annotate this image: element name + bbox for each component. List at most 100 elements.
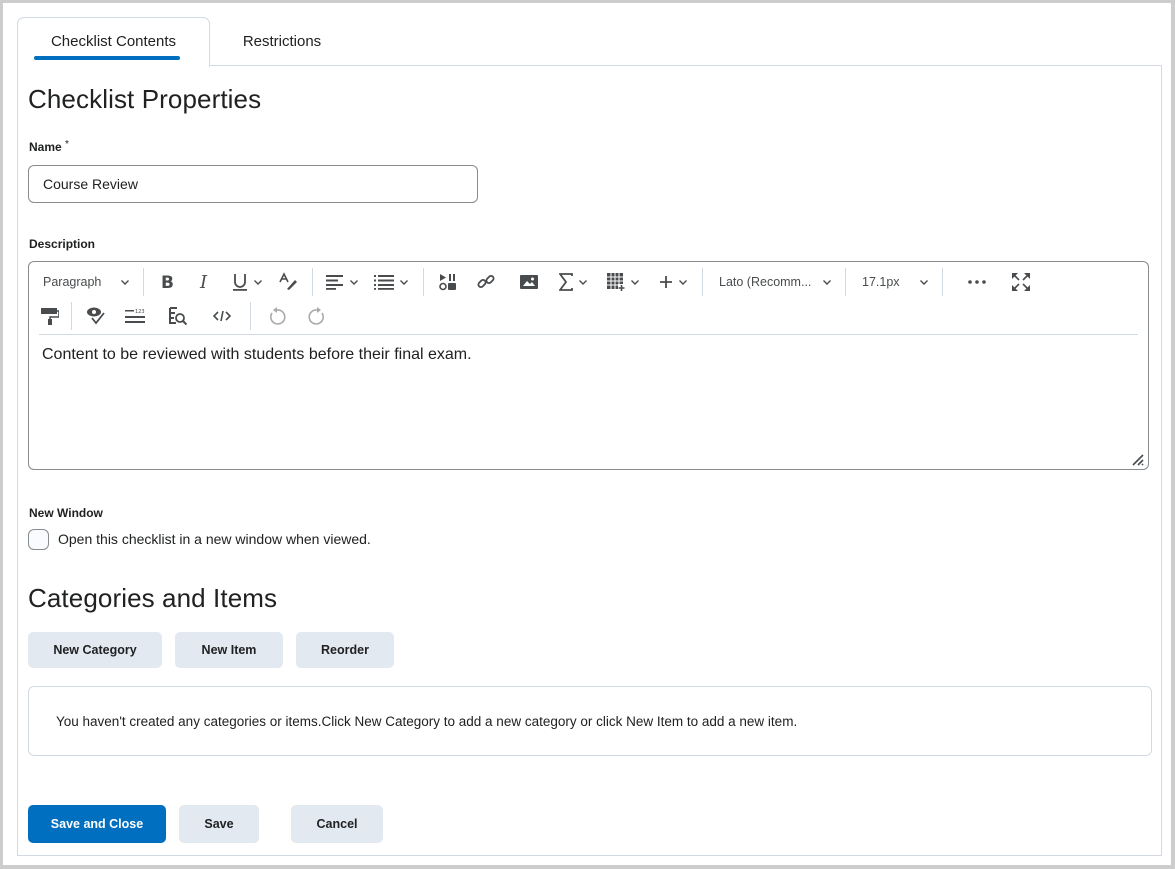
image-icon (520, 275, 538, 289)
insert-stuff-button[interactable] (430, 267, 466, 297)
insert-image-button[interactable] (506, 267, 552, 297)
list-dropdown[interactable] (367, 267, 417, 297)
new-window-checkbox-label[interactable]: Open this checklist in a new window when… (58, 531, 371, 547)
bold-button[interactable]: B (150, 267, 186, 297)
empty-state-message: You haven't created any categories or it… (56, 713, 798, 729)
preview-icon (169, 307, 187, 325)
align-left-icon (326, 275, 343, 290)
toolbar-separator (942, 268, 943, 296)
section-heading-categories: Categories and Items (28, 583, 278, 613)
tab-checklist-contents[interactable]: Checklist Contents (17, 17, 210, 67)
text-format-button[interactable] (270, 267, 306, 297)
editor-toolbar-row-1: Paragraph B I Lato (Recomm... 17.1px (33, 265, 1145, 299)
resize-handle-icon[interactable] (1130, 452, 1144, 466)
insert-link-button[interactable] (466, 267, 506, 297)
format-painter-button[interactable] (35, 301, 65, 331)
tab-label: Checklist Contents (50, 33, 177, 50)
cancel-button[interactable]: Cancel (291, 805, 383, 843)
new-item-button[interactable]: New Item (175, 632, 283, 668)
chevron-down-icon (823, 280, 831, 285)
link-icon (477, 275, 495, 288)
accessibility-checker-icon (87, 307, 105, 325)
name-input[interactable] (28, 165, 478, 203)
chevron-down-icon (254, 280, 262, 285)
undo-icon (269, 307, 286, 325)
toolbar-separator (845, 268, 846, 296)
bold-icon: B (161, 273, 174, 291)
new-window-label: New Window (29, 506, 103, 520)
required-marker: * (65, 139, 69, 150)
bullet-list-icon (374, 275, 394, 290)
checklist-contents-panel: Checklist Properties Name * Description … (17, 65, 1162, 856)
section-heading-properties: Checklist Properties (28, 84, 262, 114)
equation-icon (559, 273, 573, 291)
chevron-down-icon (920, 280, 928, 285)
tab-label: Restrictions (242, 33, 322, 50)
redo-icon (308, 307, 325, 325)
more-actions-button[interactable] (949, 267, 1005, 297)
font-size-label: 17.1px (862, 275, 900, 289)
toolbar-separator (312, 268, 313, 296)
svg-text:I: I (199, 273, 208, 291)
toolbar-separator (143, 268, 144, 296)
new-category-button[interactable]: New Category (28, 632, 162, 668)
insert-more-dropdown[interactable] (652, 267, 696, 297)
chevron-down-icon (121, 280, 129, 285)
editor-toolbar-row-2: 123 (35, 299, 337, 333)
undo-button[interactable] (257, 301, 297, 331)
svg-text:B: B (161, 273, 174, 291)
table-icon (607, 273, 625, 291)
name-label: Name * (29, 139, 69, 154)
font-family-label: Lato (Recomm... (719, 275, 812, 289)
paragraph-format-dropdown[interactable]: Paragraph (33, 267, 137, 297)
save-button[interactable]: Save (179, 805, 259, 843)
toolbar-separator (71, 302, 72, 330)
format-painter-icon (41, 308, 59, 325)
description-label: Description (29, 237, 96, 251)
toolbar-separator (423, 268, 424, 296)
font-size-dropdown[interactable]: 17.1px (852, 267, 936, 297)
save-and-close-button[interactable]: Save and Close (28, 805, 166, 843)
toolbar-separator (702, 268, 703, 296)
tab-bar: Checklist Contents Restrictions (17, 17, 1161, 67)
description-editor: Paragraph B I Lato (Recomm... 17.1px 123… (28, 261, 1149, 470)
toolbar-separator (250, 302, 251, 330)
chevron-down-icon (400, 280, 408, 285)
fullscreen-button[interactable] (1005, 267, 1037, 297)
equation-dropdown[interactable] (552, 267, 596, 297)
source-code-icon (213, 310, 231, 322)
active-tab-indicator (34, 56, 180, 60)
paragraph-format-label: Paragraph (43, 275, 102, 289)
insert-stuff-icon (439, 274, 456, 291)
page-frame: Checklist Contents Restrictions Checklis… (0, 0, 1175, 869)
reorder-button[interactable]: Reorder (296, 632, 394, 668)
chevron-down-icon (631, 280, 639, 285)
word-count-button[interactable]: 123 (114, 301, 156, 331)
source-code-button[interactable] (200, 301, 244, 331)
plus-icon (660, 276, 672, 288)
underline-button[interactable] (226, 267, 270, 297)
name-label-text: Name (29, 140, 62, 154)
underline-icon (233, 274, 247, 291)
table-dropdown[interactable] (596, 267, 652, 297)
chevron-down-icon (679, 280, 687, 285)
toolbar-divider (39, 334, 1138, 335)
accessibility-checker-button[interactable] (78, 301, 114, 331)
fullscreen-icon (1012, 273, 1030, 291)
chevron-down-icon (579, 280, 587, 285)
svg-text:123: 123 (135, 309, 145, 315)
italic-icon: I (199, 273, 208, 291)
more-icon (968, 280, 986, 284)
font-family-dropdown[interactable]: Lato (Recomm... (709, 267, 839, 297)
empty-state-box: You haven't created any categories or it… (28, 686, 1152, 756)
italic-button[interactable]: I (186, 267, 226, 297)
chevron-down-icon (350, 280, 358, 285)
tab-restrictions[interactable]: Restrictions (224, 17, 340, 66)
preview-button[interactable] (156, 301, 200, 331)
strikethrough-format-icon (279, 272, 297, 290)
word-count-icon: 123 (125, 309, 145, 323)
align-dropdown[interactable] (319, 267, 367, 297)
new-window-checkbox[interactable] (28, 529, 49, 550)
redo-button[interactable] (297, 301, 337, 331)
editor-content[interactable]: Content to be reviewed with students bef… (42, 346, 472, 364)
